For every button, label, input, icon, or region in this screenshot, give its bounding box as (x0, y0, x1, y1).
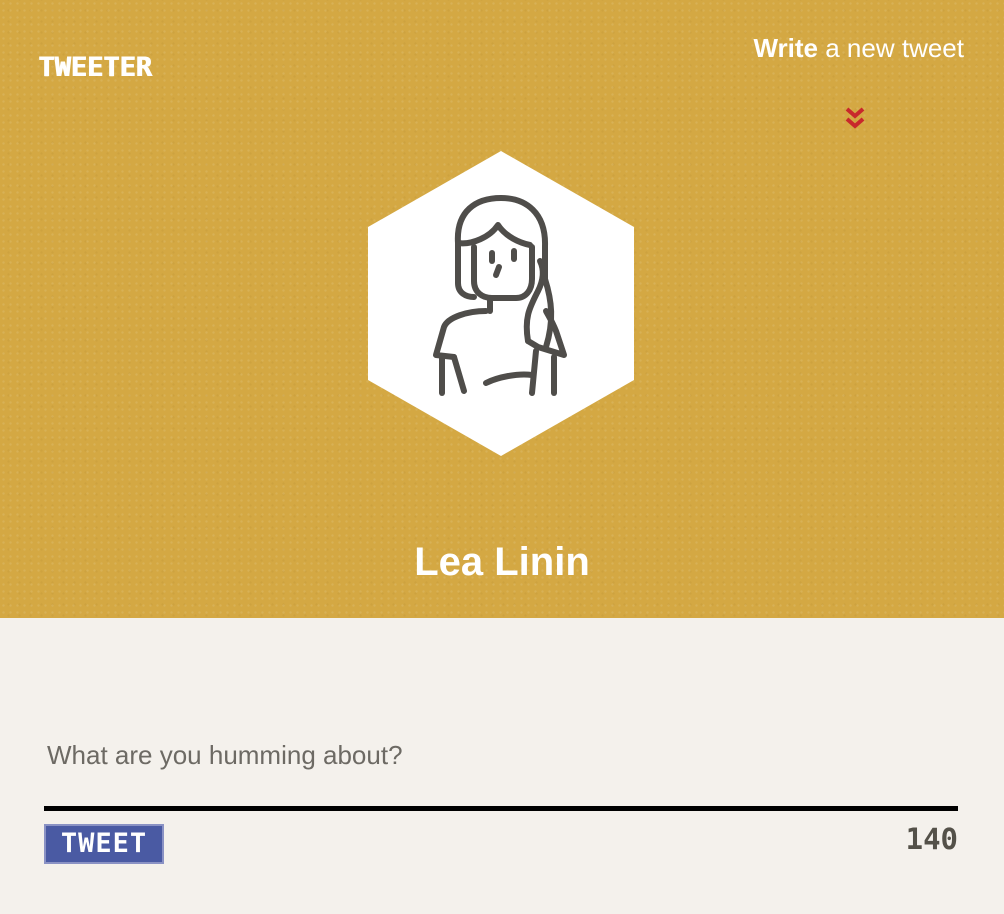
woman-avatar-icon (368, 151, 634, 456)
tweet-input[interactable] (44, 730, 958, 780)
double-chevron-down-icon[interactable] (843, 106, 867, 132)
compose-divider (44, 806, 958, 811)
write-new-tweet-link[interactable]: Write a new tweet (753, 33, 964, 64)
profile-name: Lea Linin (414, 540, 590, 584)
write-link-bold: Write (753, 33, 819, 63)
write-link-text: a new tweet (818, 33, 964, 63)
tweet-button[interactable]: TWEET (44, 824, 164, 864)
character-counter: 140 (905, 822, 958, 856)
brand-logo[interactable]: TWEETER (38, 52, 152, 83)
profile-header: TWEETER Write a new tweet Lea Linin (0, 0, 1004, 618)
